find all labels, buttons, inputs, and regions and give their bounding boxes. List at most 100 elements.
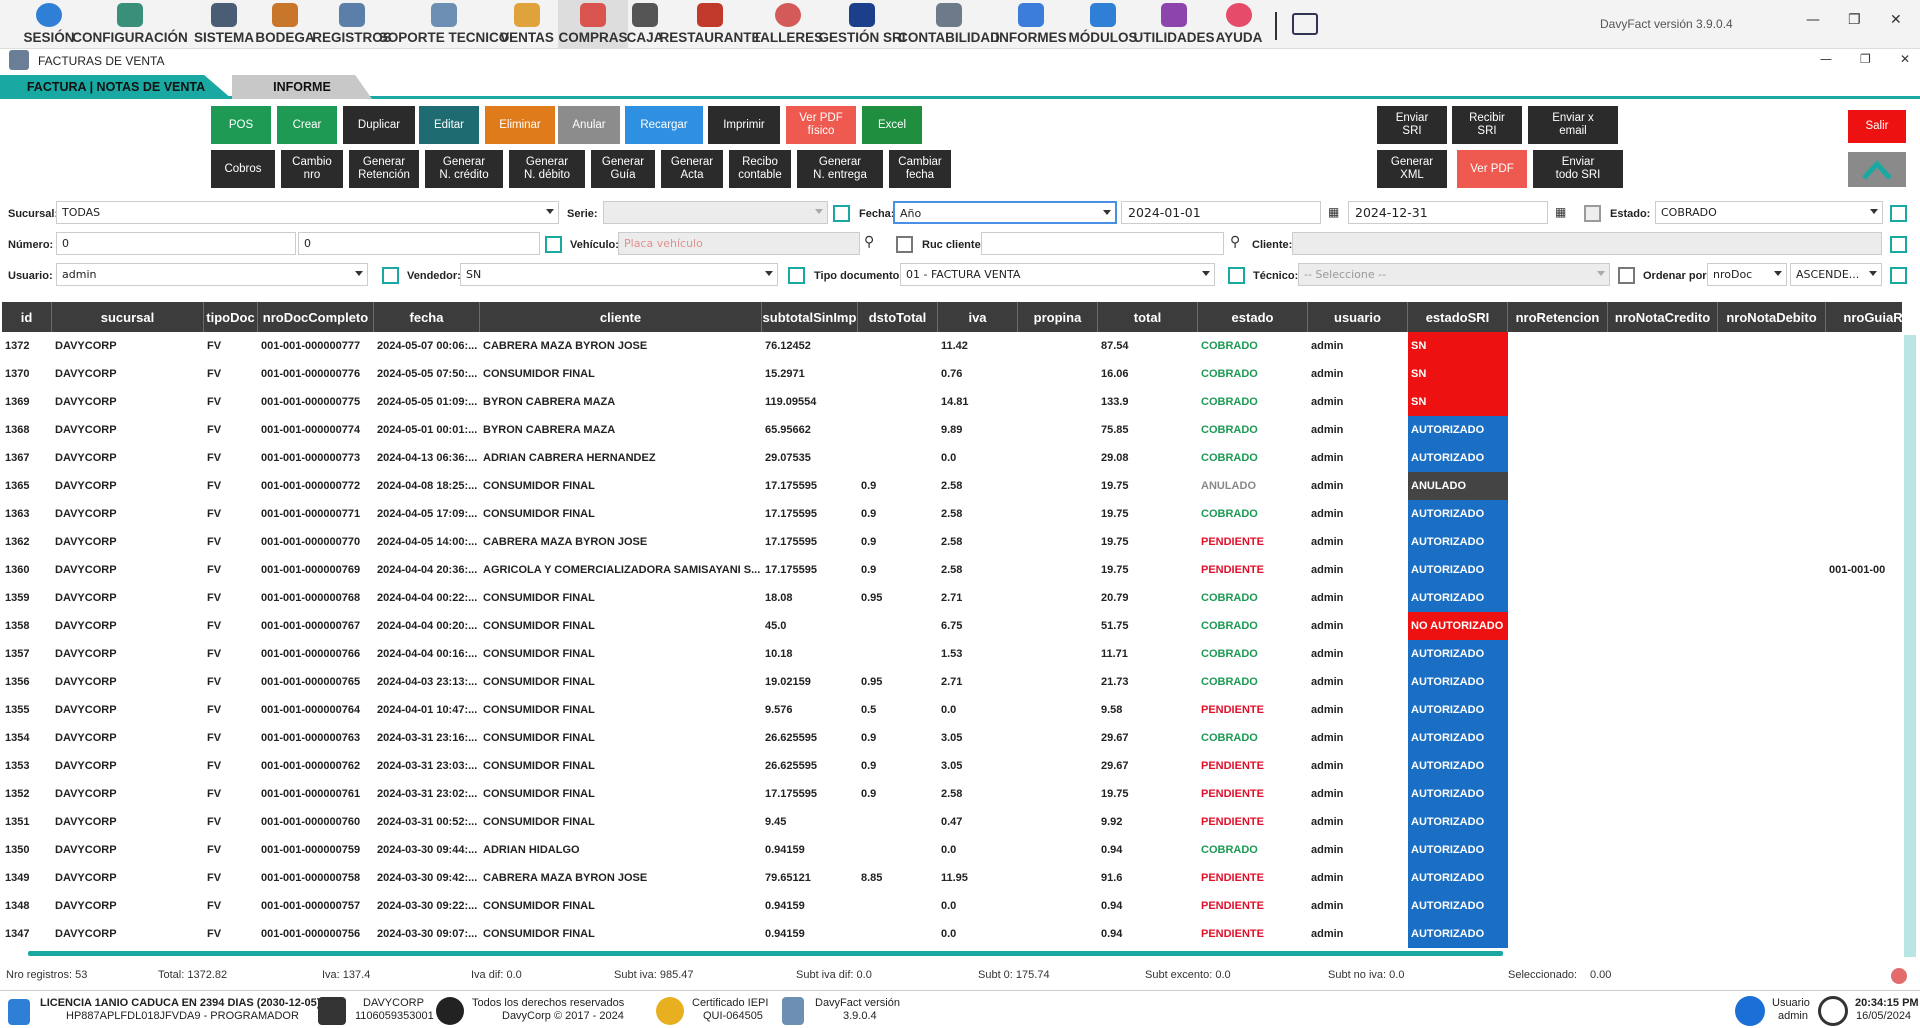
recibir-sri-button[interactable]: Recibir SRI bbox=[1452, 106, 1522, 144]
calendar-icon[interactable]: ▦ bbox=[1328, 205, 1339, 219]
column-header-estadosri[interactable]: estadoSRI bbox=[1408, 302, 1508, 332]
column-header-nrodoccompleto[interactable]: nroDocCompleto bbox=[258, 302, 374, 332]
column-header-iva[interactable]: iva bbox=[938, 302, 1018, 332]
menu-restaurante[interactable]: RESTAURANTE bbox=[660, 0, 761, 48]
table-row[interactable]: 1367 DAVYCORP FV 001-001-000000773 2024-04-1… bbox=[2, 444, 1902, 472]
pos-button[interactable]: POS bbox=[211, 106, 271, 144]
column-header-cliente[interactable]: cliente bbox=[480, 302, 762, 332]
recibo-contable-button[interactable]: Recibo contable bbox=[729, 150, 791, 188]
menu-configuracion[interactable]: CONFIGURACIÓN bbox=[72, 0, 188, 48]
ordenar-checkbox[interactable] bbox=[1618, 267, 1635, 284]
menu-utilidades[interactable]: UTILIDADES bbox=[1134, 0, 1215, 48]
menu-talleres[interactable]: TALLERES bbox=[753, 0, 823, 48]
table-row[interactable]: 1360 DAVYCORP FV 001-001-000000769 2024-04-0… bbox=[2, 556, 1902, 584]
scroll-top-button[interactable] bbox=[1848, 152, 1906, 187]
numero-desde-input[interactable]: 0 bbox=[56, 232, 296, 255]
vertical-scrollbar[interactable] bbox=[1904, 335, 1916, 957]
ver-pdf-button[interactable]: Ver PDF bbox=[1457, 150, 1527, 188]
sucursal-select[interactable]: TODAS bbox=[56, 201, 559, 224]
menu-modulos[interactable]: MÓDULOS bbox=[1069, 0, 1138, 48]
table-row[interactable]: 1352 DAVYCORP FV 001-001-000000761 2024-03-3… bbox=[2, 780, 1902, 808]
anular-button[interactable]: Anular bbox=[558, 106, 620, 144]
filter-checkbox-1[interactable] bbox=[1890, 205, 1907, 222]
numero-checkbox[interactable] bbox=[545, 236, 562, 253]
menu-ventas[interactable]: VENTAS bbox=[500, 0, 554, 48]
column-header-tipodoc[interactable]: tipoDoc bbox=[204, 302, 258, 332]
generar-xml-button[interactable]: Generar XML bbox=[1377, 150, 1447, 188]
fecha-select[interactable]: Año bbox=[893, 201, 1117, 224]
filter-checkbox-2[interactable] bbox=[1890, 236, 1907, 253]
enviar-todo-sri-button[interactable]: Enviar todo SRI bbox=[1533, 150, 1623, 188]
menu-bodega[interactable]: BODEGA bbox=[255, 0, 315, 48]
recargar-button[interactable]: Recargar bbox=[625, 106, 703, 144]
table-row[interactable]: 1354 DAVYCORP FV 001-001-000000763 2024-03-3… bbox=[2, 724, 1902, 752]
vendedor-select[interactable]: SN bbox=[460, 263, 778, 286]
table-row[interactable]: 1363 DAVYCORP FV 001-001-000000771 2024-04-0… bbox=[2, 500, 1902, 528]
orden-direccion-select[interactable]: ASCENDE... bbox=[1790, 263, 1882, 286]
form-close-icon[interactable]: ✕ bbox=[1900, 52, 1910, 66]
close-icon[interactable]: ✕ bbox=[1890, 12, 1902, 28]
cambiar-fecha-button[interactable]: Cambiar fecha bbox=[889, 150, 951, 188]
fecha-hasta-input[interactable]: 2024-12-31 bbox=[1348, 201, 1548, 224]
menu-soporte-tecnico[interactable]: SOPORTE TECNICO bbox=[379, 0, 509, 48]
excel-button[interactable]: Excel bbox=[862, 106, 922, 144]
menu-registros[interactable]: REGISTROS bbox=[312, 0, 392, 48]
column-header-usuario[interactable]: usuario bbox=[1308, 302, 1408, 332]
table-row[interactable]: 1362 DAVYCORP FV 001-001-000000770 2024-04-0… bbox=[2, 528, 1902, 556]
column-header-dstototal[interactable]: dstoTotal bbox=[858, 302, 938, 332]
generar-ndebito-button[interactable]: Generar N. débito bbox=[509, 150, 585, 188]
crear-button[interactable]: Crear bbox=[277, 106, 337, 144]
column-header-id[interactable]: id bbox=[2, 302, 52, 332]
table-row[interactable]: 1348 DAVYCORP FV 001-001-000000757 2024-03-3… bbox=[2, 892, 1902, 920]
cobros-button[interactable]: Cobros bbox=[211, 150, 275, 188]
column-header-nronotadebito[interactable]: nroNotaDebito bbox=[1718, 302, 1826, 332]
generar-ncredito-button[interactable]: Generar N. crédito bbox=[425, 150, 503, 188]
table-row[interactable]: 1365 DAVYCORP FV 001-001-000000772 2024-04-0… bbox=[2, 472, 1902, 500]
generar-nentrega-button[interactable]: Generar N. entrega bbox=[797, 150, 883, 188]
table-row[interactable]: 1351 DAVYCORP FV 001-001-000000760 2024-03-3… bbox=[2, 808, 1902, 836]
imprimir-button[interactable]: Imprimir bbox=[708, 106, 780, 144]
editar-button[interactable]: Editar bbox=[419, 106, 479, 144]
generar-acta-button[interactable]: Generar Acta bbox=[661, 150, 723, 188]
column-header-fecha[interactable]: fecha bbox=[374, 302, 480, 332]
duplicar-button[interactable]: Duplicar bbox=[343, 106, 415, 144]
column-header-nronotacredito[interactable]: nroNotaCredito bbox=[1608, 302, 1718, 332]
serie-select[interactable] bbox=[603, 201, 828, 224]
estado-select[interactable]: COBRADO bbox=[1655, 201, 1883, 224]
menu-sistema[interactable]: SISTEMA bbox=[194, 0, 254, 48]
vendedor-checkbox[interactable] bbox=[788, 267, 805, 284]
column-header-estado[interactable]: estado bbox=[1198, 302, 1308, 332]
calendar-icon[interactable]: ▦ bbox=[1555, 205, 1566, 219]
estado-checkbox[interactable] bbox=[1584, 205, 1601, 222]
tipodoc-select[interactable]: 01 - FACTURA VENTA bbox=[900, 263, 1215, 286]
card-icon[interactable] bbox=[1292, 13, 1318, 35]
tab-informe[interactable]: INFORME bbox=[232, 75, 372, 99]
table-row[interactable]: 1372 DAVYCORP FV 001-001-000000777 2024-05-0… bbox=[2, 332, 1902, 360]
cambio-nro-button[interactable]: Cambio nro bbox=[281, 150, 343, 188]
search-icon[interactable]: ⚲ bbox=[864, 234, 874, 250]
menu-gestion-sri[interactable]: GESTIÓN SRI bbox=[819, 0, 906, 48]
table-row[interactable]: 1368 DAVYCORP FV 001-001-000000774 2024-05-0… bbox=[2, 416, 1902, 444]
ordenar-select[interactable]: nroDoc bbox=[1707, 263, 1787, 286]
table-row[interactable]: 1370 DAVYCORP FV 001-001-000000776 2024-05-0… bbox=[2, 360, 1902, 388]
menu-contabilidad[interactable]: CONTABILIDAD bbox=[898, 0, 1000, 48]
vehiculo-input[interactable]: Placa vehículo bbox=[618, 232, 860, 255]
fecha-desde-input[interactable]: 2024-01-01 bbox=[1121, 201, 1321, 224]
pdf-icon[interactable] bbox=[1891, 968, 1907, 984]
generar-retencion-button[interactable]: Generar Retención bbox=[349, 150, 419, 188]
usuario-checkbox[interactable] bbox=[382, 267, 399, 284]
eliminar-button[interactable]: Eliminar bbox=[485, 106, 555, 144]
column-header-nroretencion[interactable]: nroRetencion bbox=[1508, 302, 1608, 332]
menu-compras[interactable]: COMPRAS bbox=[558, 0, 628, 48]
table-row[interactable]: 1356 DAVYCORP FV 001-001-000000765 2024-04-0… bbox=[2, 668, 1902, 696]
column-header-nroguiar[interactable]: nroGuiaR bbox=[1826, 302, 1902, 332]
fecha-checkbox[interactable] bbox=[833, 205, 850, 222]
minimize-icon[interactable]: — bbox=[1806, 12, 1820, 28]
tab-factura-notas[interactable]: FACTURA | NOTAS DE VENTA bbox=[0, 75, 232, 99]
search-icon[interactable]: ⚲ bbox=[1230, 234, 1240, 250]
enviar-email-button[interactable]: Enviar x email bbox=[1528, 106, 1618, 144]
table-row[interactable]: 1349 DAVYCORP FV 001-001-000000758 2024-03-3… bbox=[2, 864, 1902, 892]
form-minimize-icon[interactable]: — bbox=[1820, 52, 1832, 66]
ruc-input[interactable] bbox=[981, 232, 1224, 255]
menu-caja[interactable]: CAJA bbox=[627, 0, 663, 48]
